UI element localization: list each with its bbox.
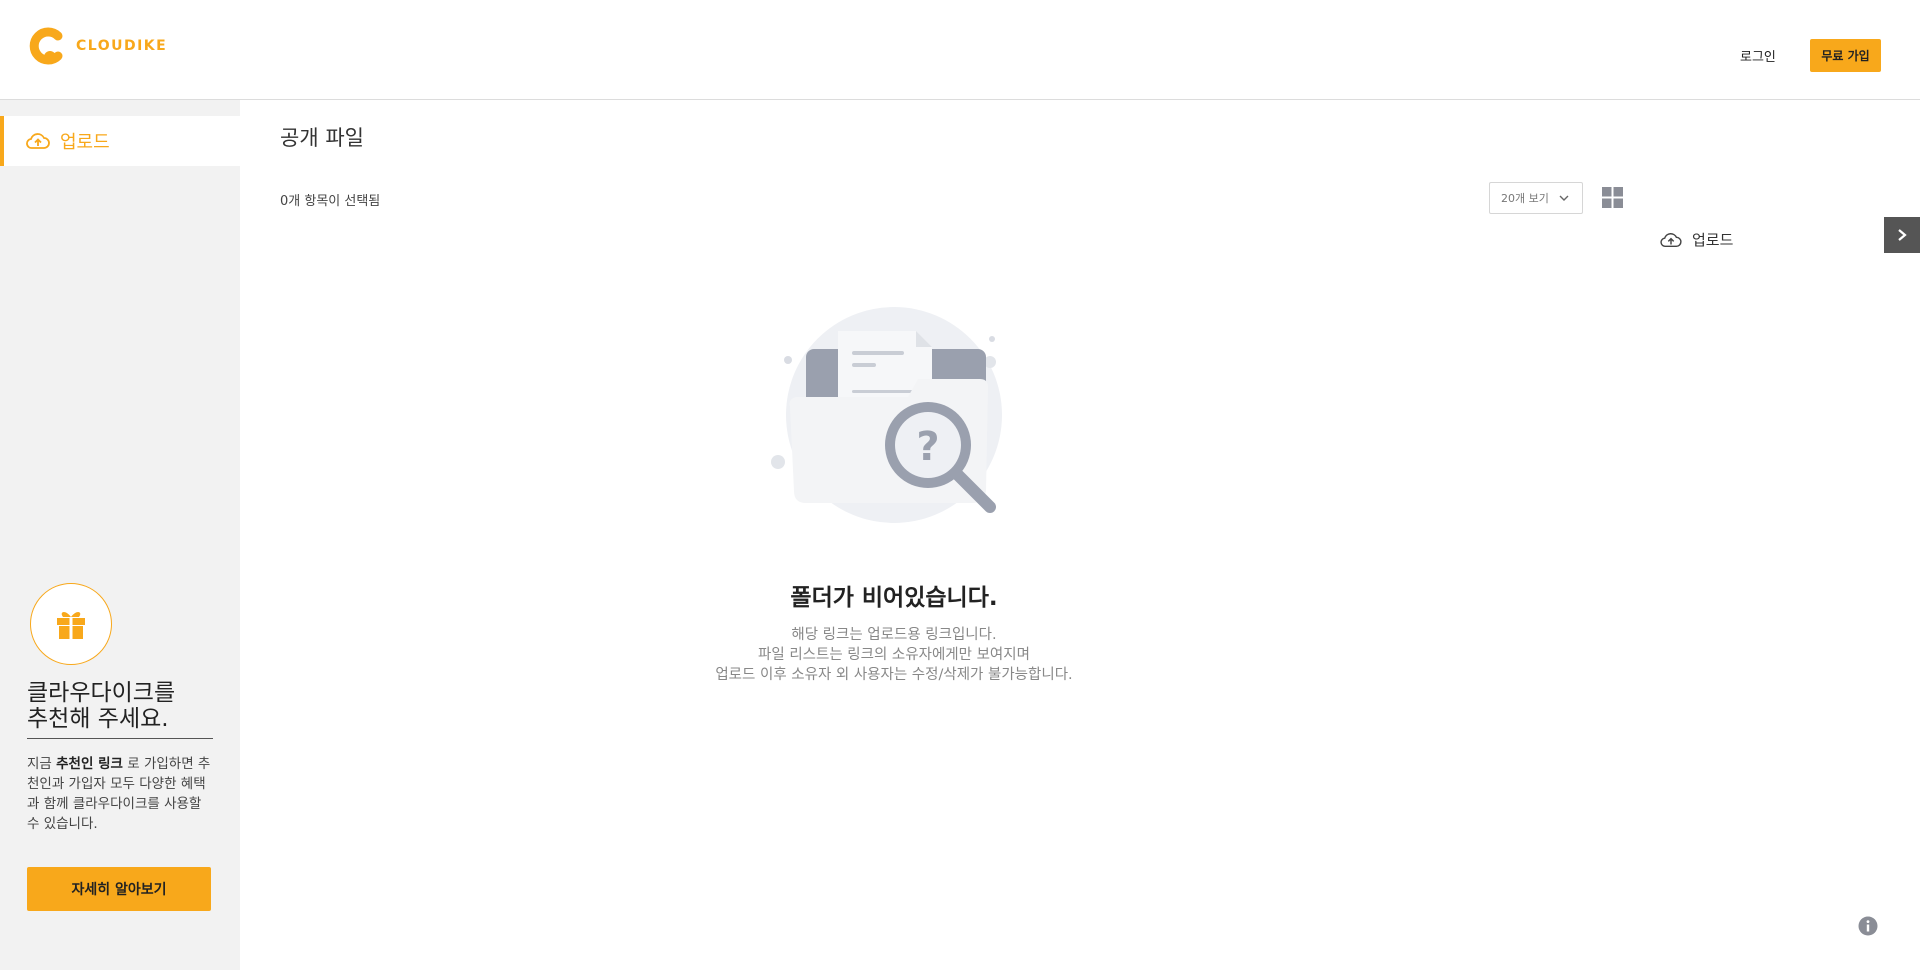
promo-text-bold: 추천인 링크 xyxy=(56,756,123,772)
promo-title: 클라우다이크를 추천해 주세요. xyxy=(27,680,213,739)
svg-text:?: ? xyxy=(916,424,939,470)
sidebar-item-label: 업로드 xyxy=(60,132,110,153)
promo-title-line1: 클라우다이크를 xyxy=(27,680,176,706)
cloudike-logo-icon xyxy=(29,27,63,65)
page-title: 공개 파일 xyxy=(280,126,364,150)
info-icon[interactable] xyxy=(1858,916,1878,936)
empty-state-description: 해당 링크는 업로드용 링크입니다. 파일 리스트는 링크의 소유자에게만 보여… xyxy=(610,625,1178,685)
page-size-select[interactable]: 20개 보기 xyxy=(1489,182,1583,214)
learn-more-button[interactable]: 자세히 알아보기 xyxy=(27,867,211,911)
promo-text-prefix: 지금 xyxy=(27,756,57,772)
signup-button[interactable]: 무료 가입 xyxy=(1810,39,1881,72)
promo-text: 지금 추천인 링크 로 가입하면 추천인과 가입자 모두 다양한 혜택과 함께 … xyxy=(27,754,217,834)
cloudike-logo[interactable]: CLOUDIKE xyxy=(28,26,167,66)
chevron-right-icon xyxy=(1898,229,1907,241)
panel-toggle-button[interactable] xyxy=(1884,217,1920,253)
empty-folder-illustration: ? xyxy=(771,307,1002,523)
empty-state-title: 폴더가 비어있습니다. xyxy=(790,585,998,611)
cloud-upload-icon xyxy=(26,133,50,149)
cloud-upload-icon xyxy=(1660,232,1682,247)
sidebar-item-upload[interactable]: 업로드 xyxy=(0,116,240,166)
empty-line-3: 업로드 이후 소유자 외 사용자는 수정/삭제가 불가능합니다. xyxy=(715,667,1073,683)
empty-line-1: 해당 링크는 업로드용 링크입니다. xyxy=(791,627,997,643)
top-header: CLOUDIKE 로그인 무료 가입 xyxy=(0,0,1920,100)
upload-button[interactable]: 업로드 xyxy=(1660,229,1733,250)
login-link[interactable]: 로그인 xyxy=(1740,46,1776,65)
selection-count: 0개 항목이 선택됨 xyxy=(280,194,381,209)
page-size-value: 20개 보기 xyxy=(1501,192,1549,205)
logo-text: CLOUDIKE xyxy=(76,38,168,54)
chevron-down-icon xyxy=(1559,195,1569,201)
empty-line-2: 파일 리스트는 링크의 소유자에게만 보여지며 xyxy=(758,647,1030,663)
sidebar: 업로드 클라우다이크를 추천해 주세요. 지금 추천인 링크 로 가입하면 추천… xyxy=(0,100,240,970)
upload-label: 업로드 xyxy=(1692,231,1734,249)
grid-view-icon[interactable] xyxy=(1602,187,1623,208)
promo-title-line2: 추천해 주세요. xyxy=(27,706,169,732)
